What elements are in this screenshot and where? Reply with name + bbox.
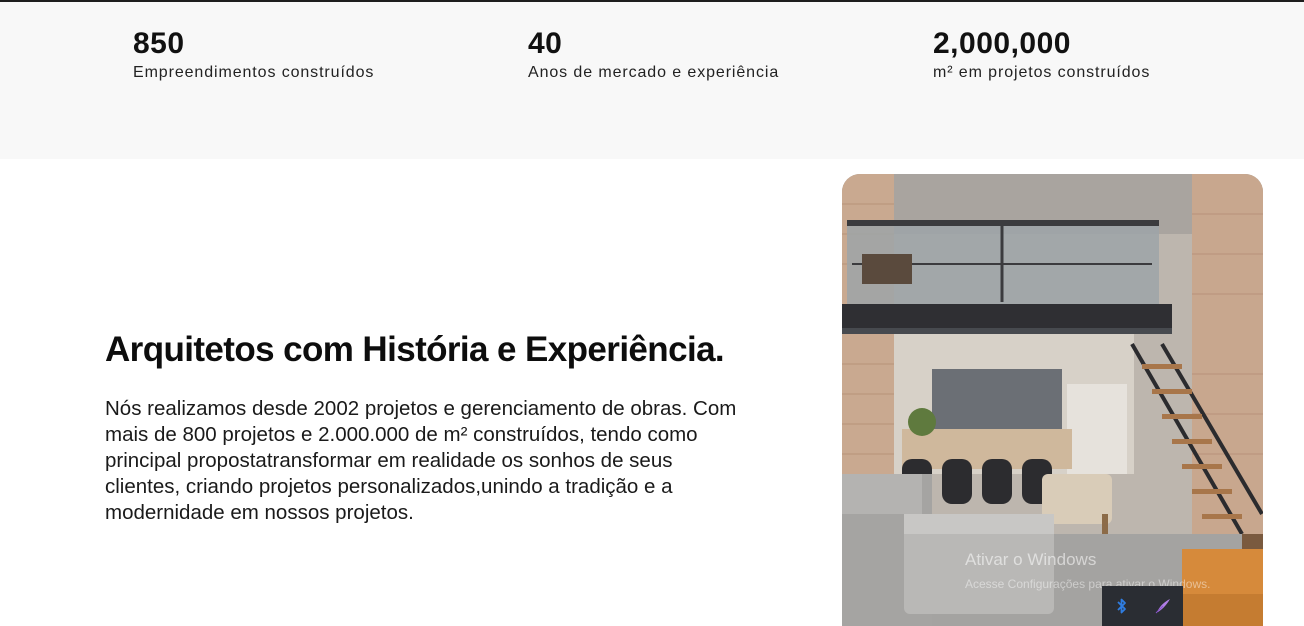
stats-band: 850 Empreendimentos construídos 40 Anos …: [0, 2, 1304, 159]
about-section: Arquitetos com História e Experiência. N…: [105, 330, 765, 526]
stat-value: 850: [133, 27, 185, 60]
about-title: Arquitetos com História e Experiência.: [105, 330, 725, 369]
stat-projects: 850 Empreendimentos construídos: [133, 28, 374, 83]
stat-years: 40 Anos de mercado e experiência: [528, 28, 779, 83]
feather-icon[interactable]: [1153, 596, 1173, 616]
bluetooth-icon[interactable]: [1112, 596, 1132, 616]
system-tray: [1102, 586, 1183, 626]
stat-value: 2,000,000: [933, 27, 1071, 60]
stat-label: Empreendimentos construídos: [133, 64, 375, 81]
stat-area: 2,000,000 m² em projetos construídos: [933, 28, 1150, 83]
watermark-title: Ativar o Windows: [965, 550, 1097, 569]
stat-value: 40: [528, 27, 563, 60]
about-text: Nós realizamos desde 2002 projetos e ger…: [105, 397, 737, 524]
stat-label: m² em projetos construídos: [933, 64, 1151, 81]
stat-label: Anos de mercado e experiência: [528, 64, 780, 81]
